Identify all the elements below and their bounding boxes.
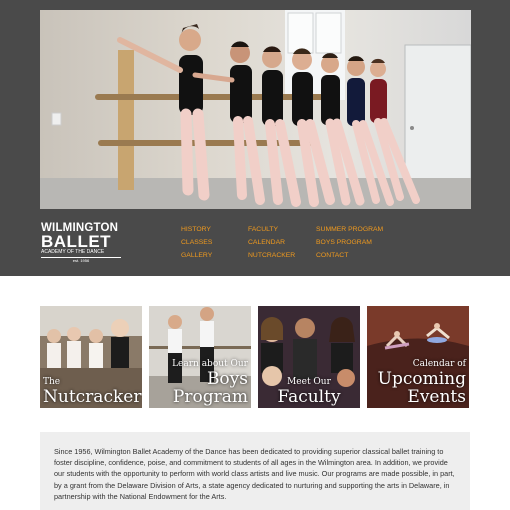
nav-link-calendar[interactable]: CALENDAR (248, 236, 295, 249)
nav-link-nutcracker[interactable]: NUTCRACKER (248, 249, 295, 262)
hero-image (40, 10, 471, 209)
tile-upcoming-events[interactable]: Calendar of Upcoming Events (367, 306, 469, 408)
about-text: Since 1956, Wilmington Ballet Academy of… (54, 447, 455, 501)
tile-faculty-title: Faculty (277, 387, 341, 407)
logo-line-4: est. 1956 (72, 258, 90, 263)
tile-upcoming-events-caption: Calendar of Upcoming Events (367, 359, 469, 406)
nav-column-3: SUMMER PROGRAM BOYS PROGRAM CONTACT (316, 223, 383, 262)
nav-link-boys-program[interactable]: BOYS PROGRAM (316, 236, 383, 249)
tile-nutcracker-caption: The Nutcracker (40, 377, 142, 406)
tile-nutcracker[interactable]: The Nutcracker (40, 306, 142, 408)
tile-faculty[interactable]: Meet Our Faculty (258, 306, 360, 408)
tile-nutcracker-title: Nutcracker (43, 387, 142, 407)
nav-link-faculty[interactable]: FACULTY (248, 223, 295, 236)
tile-boys-program-caption: Learn about Our Boys Program (149, 359, 251, 406)
nav-link-summer-program[interactable]: SUMMER PROGRAM (316, 223, 383, 236)
nav-column-2: FACULTY CALENDAR NUTCRACKER (248, 223, 295, 262)
logo[interactable]: WILMINGTON BALLET ACADEMY OF THE DANCE e… (41, 222, 121, 263)
about-section: Since 1956, Wilmington Ballet Academy of… (40, 432, 470, 510)
nav-link-history[interactable]: HISTORY (181, 223, 212, 236)
logo-line-2: BALLET (41, 232, 112, 251)
tile-faculty-caption: Meet Our Faculty (258, 377, 360, 406)
tile-upcoming-events-title: Upcoming Events (377, 369, 466, 407)
tile-boys-program[interactable]: Learn about Our Boys Program (149, 306, 251, 408)
nav-link-contact[interactable]: CONTACT (316, 249, 383, 262)
nav-link-classes[interactable]: CLASSES (181, 236, 212, 249)
nav-column-1: HISTORY CLASSES GALLERY (181, 223, 212, 262)
tile-boys-program-title: Boys Program (172, 369, 248, 407)
nav-link-gallery[interactable]: GALLERY (181, 249, 212, 262)
